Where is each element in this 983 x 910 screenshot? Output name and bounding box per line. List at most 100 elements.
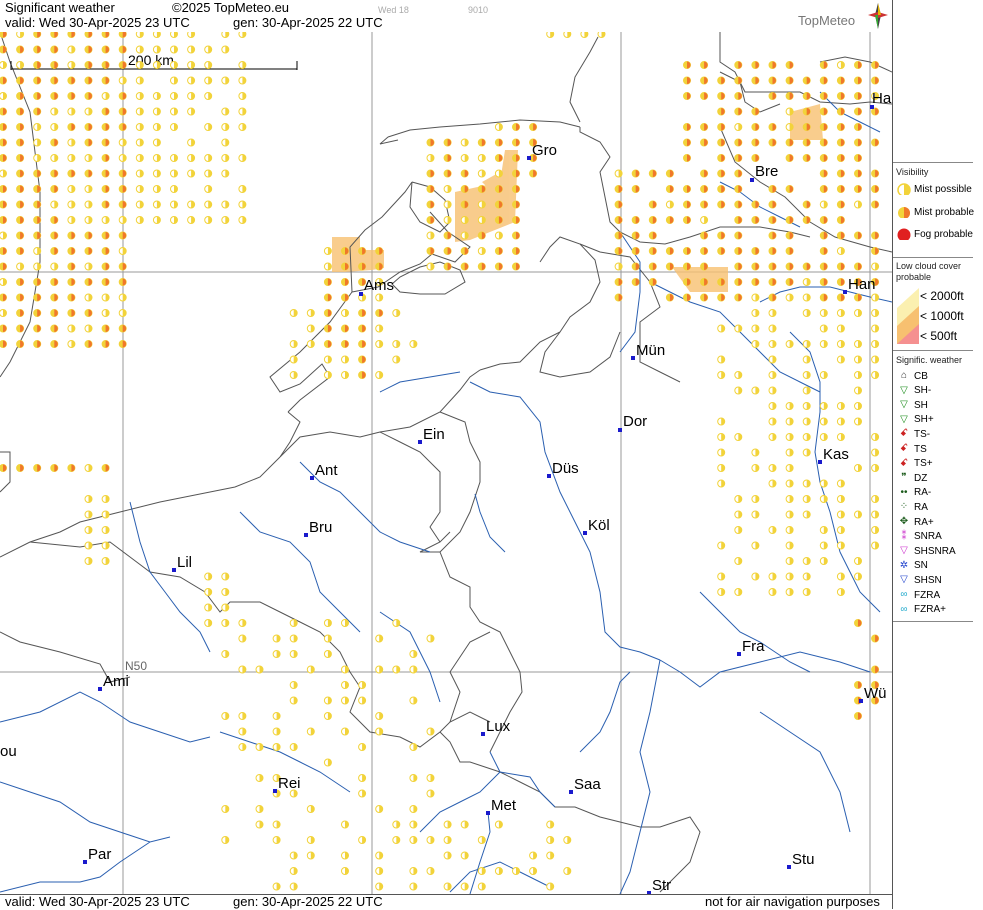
mist-possible-marker (135, 61, 144, 69)
city-ant[interactable]: Ant (310, 462, 338, 480)
mist-possible-marker (238, 123, 247, 131)
mist-probable-marker (836, 231, 845, 240)
city-dor[interactable]: Dor (618, 413, 647, 432)
city-bre[interactable]: Bre (750, 163, 778, 182)
mist-probable-marker (785, 154, 794, 162)
snow-shower-icon: ▽ (900, 574, 908, 586)
mist-possible-marker (443, 836, 452, 844)
mist-probable-marker (84, 92, 93, 100)
mist-possible-marker (717, 417, 726, 426)
mist-probable-marker (50, 185, 59, 193)
mist-possible-marker (84, 541, 93, 550)
city-ou[interactable]: ou (0, 743, 17, 760)
mist-probable-marker (84, 278, 93, 286)
mist-probable-marker (700, 200, 709, 209)
city-lil[interactable]: Lil (172, 554, 192, 572)
mist-probable-marker (854, 681, 862, 689)
mist-possible-marker (135, 76, 144, 85)
city-ami[interactable]: Ami (98, 673, 129, 691)
topmeteo-logo[interactable]: TopMeteo (798, 14, 855, 28)
mist-possible-marker (204, 200, 213, 209)
city-stu[interactable]: Stu (787, 851, 815, 869)
mist-possible-marker (375, 727, 384, 736)
city-str[interactable]: Str (647, 877, 671, 894)
mist-probable-marker (819, 247, 828, 255)
city-rei[interactable]: Rei (273, 775, 301, 793)
mist-possible-marker (33, 154, 42, 162)
mist-possible-marker (768, 402, 777, 410)
mist-probable-marker (854, 61, 862, 69)
mist-possible-marker (375, 371, 384, 379)
mist-probable-marker (819, 76, 828, 85)
city-mun[interactable]: Mün (631, 342, 665, 360)
mist-probable-marker (631, 247, 640, 255)
city-kas[interactable]: Kas (818, 446, 849, 464)
city-saa[interactable]: Saa (569, 776, 601, 794)
city-ha[interactable]: Ha (870, 90, 891, 109)
mist-probable-marker (426, 247, 435, 255)
product-title: Significant weather (5, 0, 115, 15)
mist-probable-marker (67, 92, 76, 100)
mist-probable-marker (460, 185, 469, 193)
city-lux[interactable]: Lux (481, 718, 510, 736)
city-kol[interactable]: Köl (583, 517, 610, 535)
mist-possible-marker (341, 681, 349, 689)
mist-possible-marker (768, 572, 777, 581)
mist-probable-marker (768, 216, 777, 224)
mist-probable-marker (16, 293, 25, 302)
mist-possible-marker (118, 293, 127, 302)
mist-possible-marker (289, 851, 298, 860)
city-wu[interactable]: Wü (859, 685, 887, 703)
mist-possible-marker (306, 665, 315, 674)
mist-probable-marker (101, 45, 110, 54)
mist-possible-marker (734, 495, 743, 503)
mist-probable-marker (683, 247, 691, 255)
mist-probable-marker (101, 340, 110, 348)
mist-possible-marker (836, 495, 845, 503)
mist-possible-marker (494, 867, 503, 875)
mist-probable-marker (0, 32, 7, 38)
mist-probable-marker (717, 92, 726, 100)
mist-probable-marker (700, 262, 709, 271)
city-dus[interactable]: Düs (547, 460, 579, 478)
mist-possible-marker (751, 464, 760, 472)
mist-probable-marker (700, 76, 709, 85)
mist-probable-marker (836, 123, 845, 131)
mist-possible-marker (289, 355, 298, 364)
mist-possible-marker (187, 92, 196, 100)
city-han[interactable]: Han (843, 276, 876, 294)
mist-probable-marker (33, 340, 42, 348)
mist-possible-marker (768, 340, 777, 348)
mist-probable-marker (443, 154, 452, 162)
legend-panel: Visibility Mist possible Mist probable F… (892, 0, 983, 909)
weather-map[interactable]: 200 km N50 Gro Bre Ha Ams Han Mün Dor Ei… (0, 32, 892, 894)
mist-probable-marker (33, 293, 42, 302)
mist-probable-marker (700, 231, 709, 240)
city-ams[interactable]: Ams (359, 277, 394, 296)
mist-possible-marker (84, 510, 93, 519)
mist-possible-marker (221, 603, 230, 612)
mist-probable-marker (50, 32, 59, 38)
mist-possible-marker (118, 154, 127, 162)
city-met[interactable]: Met (486, 797, 516, 815)
mist-possible-marker (16, 262, 25, 271)
mist-possible-marker (836, 479, 845, 488)
city-fra[interactable]: Fra (737, 638, 765, 656)
city-par[interactable]: Par (83, 846, 111, 864)
mist-possible-marker (836, 510, 845, 519)
mist-possible-marker (375, 634, 384, 643)
mist-probable-marker (16, 185, 25, 193)
mist-possible-marker (836, 526, 845, 534)
mist-possible-marker (306, 727, 315, 736)
city-gro[interactable]: Gro (527, 142, 557, 160)
mist-possible-marker (341, 619, 349, 627)
mist-possible-marker (836, 402, 845, 410)
mist-probable-marker (358, 262, 367, 271)
city-bru[interactable]: Bru (304, 519, 332, 537)
mist-probable-marker (358, 324, 367, 333)
mist-probable-marker (700, 278, 709, 286)
copyright: ©2025 TopMeteo.eu (172, 0, 290, 15)
city-ein[interactable]: Ein (418, 426, 445, 444)
mist-possible-marker (836, 541, 845, 550)
mist-possible-marker (170, 61, 178, 69)
